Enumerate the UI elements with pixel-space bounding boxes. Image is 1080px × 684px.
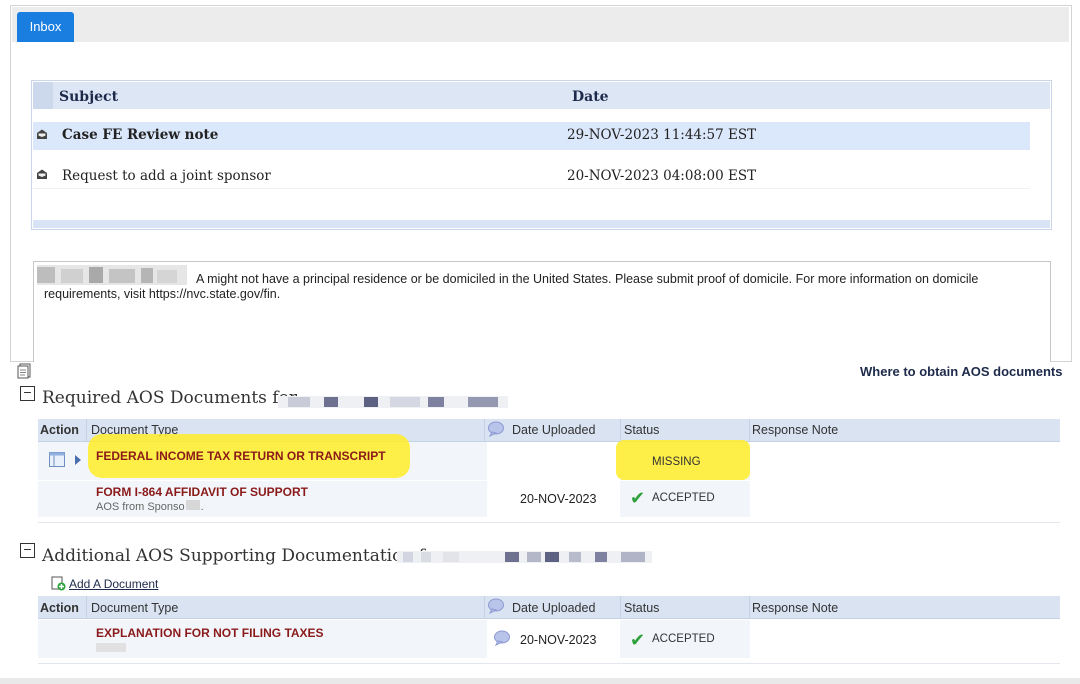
bottom-edge (0, 678, 1080, 684)
column-header-status[interactable]: Status (624, 601, 659, 615)
document-type-label[interactable]: FORM I-864 AFFIDAVIT OF SUPPORT (96, 485, 308, 499)
column-header-date-uploaded[interactable]: Date Uploaded (512, 423, 595, 437)
column-divider (620, 596, 621, 618)
status-accepted: ACCEPTED (652, 633, 715, 645)
collapse-required-section-button[interactable]: − (20, 386, 35, 401)
document-sub-note: AOS from Sponso. (96, 500, 204, 513)
inbox-header-spacer (33, 82, 53, 109)
column-header-date-uploaded[interactable]: Date Uploaded (512, 601, 595, 615)
checkmark-icon: ✔ (630, 488, 646, 509)
tab-bar (12, 7, 1069, 42)
document-icon (17, 363, 31, 379)
column-divider (86, 419, 87, 441)
envelope-open-icon (37, 129, 47, 139)
status-missing: MISSING (652, 456, 701, 468)
column-divider (484, 419, 485, 441)
redacted-text (96, 643, 126, 652)
inbox-date: 29-NOV-2023 11:44:57 EST (567, 127, 757, 143)
inbox-subject[interactable]: Request to add a joint sponsor (62, 168, 271, 184)
tab-inbox[interactable]: Inbox (17, 12, 74, 42)
column-divider (749, 419, 750, 441)
speech-bubble-icon (488, 598, 504, 614)
row-divider (33, 188, 1030, 189)
redacted-name (397, 551, 652, 563)
column-header-response-note[interactable]: Response Note (752, 601, 838, 615)
date-uploaded-value: 20-NOV-2023 (520, 492, 597, 506)
row-divider (38, 522, 1060, 523)
row-divider (38, 663, 1060, 664)
speech-bubble-icon[interactable] (493, 630, 511, 646)
document-sub-note-end: . (200, 501, 204, 513)
expand-arrow-icon[interactable] (74, 455, 82, 465)
document-sub-note-text: AOS from Sponso (96, 501, 185, 513)
add-document-link[interactable]: Add A Document (69, 577, 158, 591)
column-divider (86, 596, 87, 618)
date-uploaded-value: 20-NOV-2023 (520, 633, 597, 647)
column-header-action: Action (40, 423, 79, 437)
document-type-label[interactable]: FEDERAL INCOME TAX RETURN OR TRANSCRIPT (96, 449, 386, 463)
message-line-2: requirements, visit https://nvc.state.go… (44, 287, 281, 301)
column-header-date[interactable]: Date (572, 89, 609, 105)
collapse-additional-section-button[interactable]: − (20, 543, 35, 558)
where-to-obtain-aos-documents-link[interactable]: Where to obtain AOS documents (860, 364, 1062, 379)
column-header-document-type[interactable]: Document Type (91, 601, 178, 615)
column-divider (484, 596, 485, 618)
inbox-subject[interactable]: Case FE Review note (62, 127, 218, 143)
message-line-1: A might not have a principal residence o… (196, 272, 979, 286)
required-aos-section-title: Required AOS Documents for (42, 388, 297, 408)
inbox-table-header (33, 82, 1050, 109)
column-divider (620, 419, 621, 441)
envelope-open-icon (37, 169, 47, 179)
redacted-text (185, 500, 200, 510)
inbox-table-footer (33, 220, 1050, 228)
additional-aos-section-title: Additional AOS Supporting Documentation … (42, 546, 436, 566)
column-header-response-note[interactable]: Response Note (752, 423, 838, 437)
column-header-status[interactable]: Status (624, 423, 659, 437)
status-accepted: ACCEPTED (652, 492, 715, 504)
column-header-action: Action (40, 601, 79, 615)
message-text: A might not have a principal residence o… (44, 272, 1034, 302)
add-document-icon[interactable] (51, 576, 66, 591)
document-type-label[interactable]: EXPLANATION FOR NOT FILING TAXES (96, 626, 324, 640)
column-header-subject[interactable]: Subject (59, 89, 118, 105)
inbox-date: 20-NOV-2023 04:08:00 EST (567, 168, 757, 184)
column-divider (749, 596, 750, 618)
redacted-name (278, 396, 508, 408)
view-document-icon[interactable] (49, 452, 65, 467)
checkmark-icon: ✔ (630, 630, 646, 651)
speech-bubble-icon (488, 421, 504, 437)
